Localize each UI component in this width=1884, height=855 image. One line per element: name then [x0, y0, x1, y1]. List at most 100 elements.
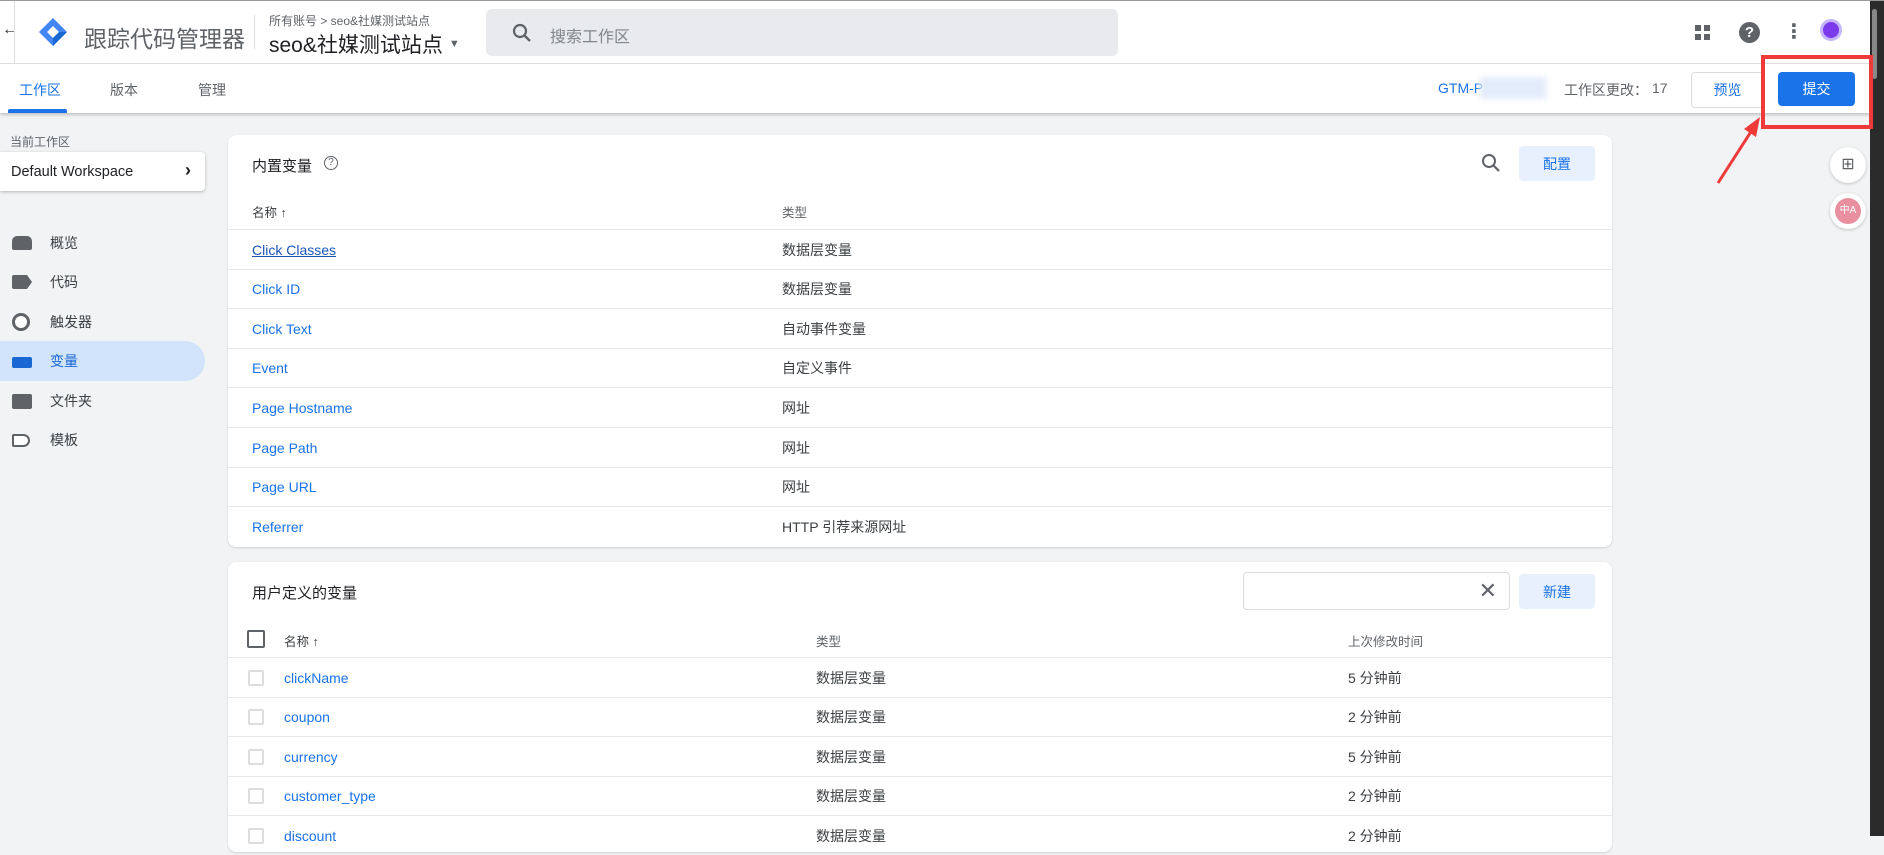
nav-label: 触发器 [50, 314, 92, 330]
nav-label: 变量 [50, 353, 78, 369]
container-name: seo&社媒测试站点 [269, 34, 443, 57]
table-row[interactable]: Click ID 数据层变量 [228, 268, 1612, 309]
row-checkbox[interactable] [248, 827, 264, 844]
variable-type: 数据层变量 [782, 281, 852, 298]
variable-name-link[interactable]: Click Text [252, 321, 312, 337]
variable-name-link[interactable]: currency [284, 749, 338, 765]
container-id[interactable]: GTM-P [1438, 80, 1483, 96]
clear-icon[interactable]: ✕ [1479, 578, 1497, 604]
sidebar-item-folders[interactable]: 文件夹 [0, 381, 205, 421]
variable-name-link[interactable]: Page Path [252, 440, 317, 456]
variable-name-link[interactable]: Page URL [252, 479, 317, 495]
table-row[interactable]: discount 数据层变量 2 分钟前 [228, 815, 1612, 855]
more-vert-icon[interactable]: ⋮ [1784, 19, 1804, 44]
column-header-name[interactable]: 名称 ↑ [252, 202, 287, 221]
variable-type: 数据层变量 [816, 709, 886, 726]
nav-label: 代码 [50, 274, 78, 290]
breadcrumb[interactable]: 所有账号 > seo&社媒测试站点 [269, 12, 430, 29]
column-header-last-modified: 上次修改时间 [1348, 635, 1424, 649]
row-checkbox[interactable] [248, 748, 264, 765]
table-row[interactable]: currency 数据层变量 5 分钟前 [228, 736, 1612, 776]
variable-name-link[interactable]: Click Classes [252, 242, 336, 258]
help-outline-icon[interactable]: ? [324, 156, 338, 170]
column-header-type: 类型 [816, 635, 842, 649]
avatar[interactable] [1820, 19, 1842, 41]
tab-bar: 工作区 版本 管理 GTM-P 工作区更改： 17 预览 提交 [0, 64, 1870, 113]
nav-label: 模板 [50, 432, 78, 448]
variable-type: 数据层变量 [816, 827, 886, 844]
row-checkbox[interactable] [248, 669, 264, 686]
variable-name-link[interactable]: Referrer [252, 519, 303, 535]
search-icon [512, 23, 531, 42]
sidebar-item-overview[interactable]: 概览 [0, 223, 205, 263]
search-icon[interactable] [1481, 153, 1501, 173]
variable-name-link[interactable]: Event [252, 360, 288, 376]
table-row[interactable]: customer_type 数据层变量 2 分钟前 [228, 775, 1612, 816]
nav-label: 文件夹 [50, 393, 92, 409]
tab-workspace[interactable]: 工作区 [19, 80, 61, 100]
table-row[interactable]: Referrer HTTP 引荐来源网址 [228, 506, 1612, 546]
translate-button[interactable]: 中A [1830, 193, 1866, 229]
variable-name-link[interactable]: discount [284, 828, 336, 844]
table-row[interactable]: Event 自定义事件 [228, 347, 1612, 388]
gtm-logo-icon [39, 18, 67, 46]
last-modified: 5 分钟前 [1348, 748, 1402, 765]
row-checkbox[interactable] [248, 709, 264, 726]
filter-input[interactable]: ✕ [1243, 572, 1510, 610]
builtin-variables-card: 内置变量 ? 配置 名称 ↑ 类型 Click Classes 数据层变量 Clic… [228, 135, 1612, 547]
apps-grid-icon[interactable] [1695, 25, 1711, 41]
variable-name-link[interactable]: coupon [284, 709, 330, 725]
sidebar-item-triggers[interactable]: 触发器 [0, 302, 205, 342]
top-app-bar: ← 跟踪代码管理器 所有账号 > seo&社媒测试站点 seo&社媒测试站点 ▼ … [0, 1, 1870, 64]
select-all-checkbox[interactable] [247, 630, 265, 648]
table-row[interactable]: Page URL 网址 [228, 466, 1612, 507]
table-row[interactable]: Page Path 网址 [228, 427, 1612, 467]
user-variables-card: 用户定义的变量 ✕ 新建 名称 ↑ 类型 上次修改时间 clickName 数据层… [228, 562, 1612, 852]
search-workspace[interactable]: 搜索工作区 [486, 9, 1118, 56]
workspace-name: Default Workspace [11, 163, 134, 180]
row-checkbox[interactable] [248, 788, 264, 805]
configure-button[interactable]: 配置 [1519, 146, 1595, 181]
help-icon[interactable]: ? [1739, 22, 1760, 43]
card-title: 用户定义的变量 [252, 585, 358, 602]
variable-name-link[interactable]: Page Hostname [252, 400, 352, 416]
tab-versions[interactable]: 版本 [110, 80, 138, 100]
variable-icon [12, 357, 32, 368]
sidebar-item-variables[interactable]: 变量 [0, 341, 205, 381]
new-variable-button[interactable]: 新建 [1519, 574, 1595, 609]
table-row[interactable]: coupon 数据层变量 2 分钟前 [228, 696, 1612, 737]
variable-type: 数据层变量 [816, 669, 886, 686]
variable-type: 数据层变量 [816, 788, 886, 805]
annotation-arrow-icon [1716, 117, 1760, 184]
current-workspace-label: 当前工作区 [10, 135, 71, 149]
table-row[interactable]: Click Classes 数据层变量 [228, 229, 1612, 269]
table-row[interactable]: Click Text 自动事件变量 [228, 308, 1612, 348]
variable-name-link[interactable]: clickName [284, 670, 349, 686]
tab-admin[interactable]: 管理 [198, 80, 226, 100]
annotation-highlight-box [1761, 55, 1873, 129]
overview-icon [12, 236, 32, 250]
active-tab-indicator [8, 109, 67, 113]
template-icon [12, 433, 30, 447]
app-title: 跟踪代码管理器 [84, 26, 245, 52]
variable-type: 网址 [782, 439, 810, 456]
column-header-name[interactable]: 名称 ↑ [284, 631, 319, 650]
variable-type: 自动事件变量 [782, 320, 866, 337]
folder-icon [12, 393, 32, 409]
table-row[interactable]: clickName 数据层变量 5 分钟前 [228, 657, 1612, 697]
workspace-selector[interactable]: Default Workspace › [0, 152, 205, 191]
sidebar-item-tags[interactable]: 代码 [0, 262, 205, 302]
variable-name-link[interactable]: Click ID [252, 281, 300, 297]
variable-type: 数据层变量 [782, 241, 852, 258]
add-widget-icon[interactable]: ⊞ [1830, 147, 1866, 183]
table-row[interactable]: Page Hostname 网址 [228, 387, 1612, 427]
sidebar-item-templates[interactable]: 模板 [0, 420, 205, 460]
container-selector[interactable]: seo&社媒测试站点 ▼ [269, 29, 460, 59]
back-arrow-icon[interactable]: ← [2, 21, 18, 39]
search-placeholder: 搜索工作区 [550, 29, 631, 46]
divider [14, 1, 15, 64]
redacted-id [1480, 77, 1546, 99]
variable-name-link[interactable]: customer_type [284, 788, 376, 804]
preview-button[interactable]: 预览 [1691, 72, 1764, 108]
variable-type: 自定义事件 [782, 360, 852, 377]
